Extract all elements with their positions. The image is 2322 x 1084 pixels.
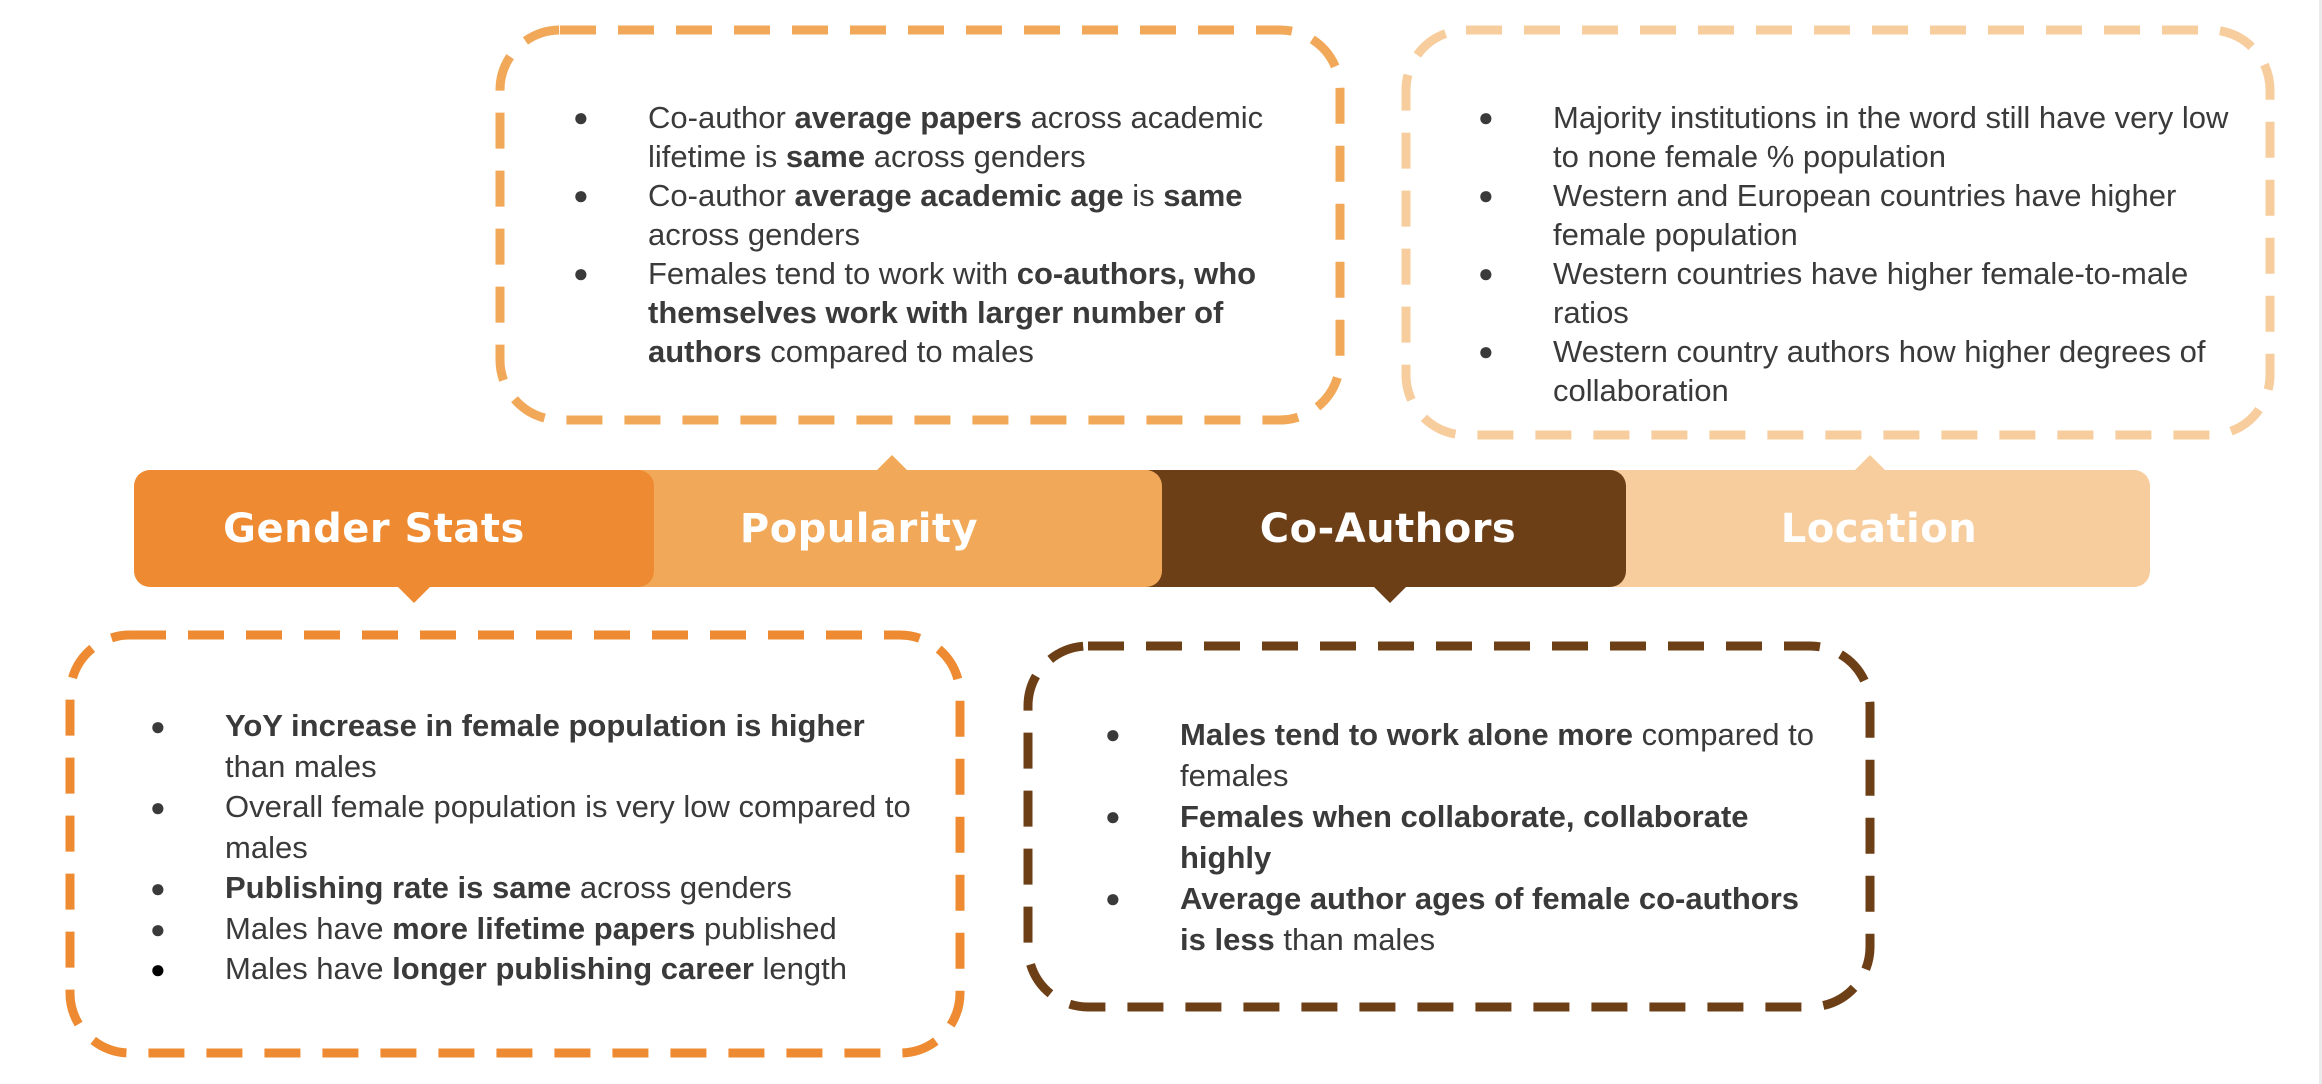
location-findings: ● Majority institutions in the word still… xyxy=(1478,98,2238,410)
popularity-pointer xyxy=(877,455,907,470)
finding-text: Co-author xyxy=(648,178,795,213)
bullet-icon: ● xyxy=(150,873,166,903)
finding-text: Majority institutions in the word still … xyxy=(1553,100,2229,174)
finding-text-bold: more lifetime papers xyxy=(392,910,696,946)
finding-text: Males have xyxy=(225,910,393,946)
bullet-icon: ● xyxy=(1478,102,1494,132)
location-pointer xyxy=(1855,455,1885,470)
finding-item: ● Females tend to work with co-authors, w… xyxy=(573,254,1308,371)
finding-text: than males xyxy=(1274,922,1436,957)
tab-co-authors[interactable]: Co-Authors xyxy=(1110,470,1626,587)
finding-text: across genders xyxy=(865,139,1086,174)
bullet-icon: ● xyxy=(1105,801,1121,831)
finding-item: ● Males have more lifetime papers publish… xyxy=(150,909,930,950)
finding-text: compared to males xyxy=(761,334,1034,369)
finding-text: Males have xyxy=(225,951,393,986)
finding-text-bold: average academic age xyxy=(794,178,1124,213)
tab-popularity-label: Popularity xyxy=(739,505,979,552)
finding-text: length xyxy=(753,951,847,986)
finding-text: is xyxy=(1123,178,1164,213)
findings-diagram: ● Co-author average papers across academi… xyxy=(0,0,2322,1084)
bullet-icon: ● xyxy=(573,102,589,132)
tab-location-label: Location xyxy=(1780,505,1978,552)
bullet-icon: ● xyxy=(150,913,166,944)
tab-location[interactable]: Location xyxy=(1578,470,2150,587)
finding-item: ● YoY increase in female population is hi… xyxy=(150,706,930,787)
gender-stats-findings: ● YoY increase in female population is hi… xyxy=(150,706,930,990)
finding-text: Western country authors how higher degre… xyxy=(1553,334,2206,408)
tab-popularity[interactable]: Popularity xyxy=(616,470,1162,587)
tab-gender-stats[interactable]: Gender Stats xyxy=(134,470,654,587)
bullet-icon: ● xyxy=(150,792,166,822)
finding-text: Western countries have higher female-to-… xyxy=(1553,256,2189,330)
bullet-icon: ● xyxy=(150,954,166,984)
finding-text: across genders xyxy=(571,870,792,905)
finding-item: ● Western and European countries have hig… xyxy=(1478,176,2238,254)
finding-item: ● Majority institutions in the word still… xyxy=(1478,98,2238,176)
finding-text: published xyxy=(695,910,837,946)
finding-text-bold: Publishing rate is same xyxy=(225,870,572,905)
finding-text-bold: YoY increase in female population is hig… xyxy=(225,708,865,743)
finding-text-bold: longer publishing career xyxy=(392,951,754,986)
finding-text-bold: Females when collaborate, collaborate hi… xyxy=(1180,799,1749,875)
finding-item: ● Western country authors how higher degr… xyxy=(1478,332,2238,410)
co-authors-findings: ● Males tend to work alone more compared … xyxy=(1105,714,1825,960)
finding-text: Western and European countries have high… xyxy=(1553,178,2177,252)
bullet-icon: ● xyxy=(573,180,589,210)
finding-text: than males xyxy=(225,748,377,784)
finding-text: across genders xyxy=(648,217,860,252)
finding-text-bold: same xyxy=(785,139,866,174)
finding-item: ● Co-author average papers across academi… xyxy=(573,98,1308,176)
finding-text: Females tend to work with xyxy=(648,256,1017,291)
finding-item: ● Co-author average academic age is same … xyxy=(573,176,1308,254)
bullet-icon: ● xyxy=(150,711,166,741)
finding-text-bold: Average author ages of female co-authors… xyxy=(1180,881,1800,957)
finding-item: ● Males tend to work alone more compared … xyxy=(1105,714,1825,796)
finding-item: ● Publishing rate is same across genders xyxy=(150,868,930,909)
popularity-findings-list: ● Co-author average papers across academi… xyxy=(573,98,1308,371)
finding-text-bold: average papers xyxy=(794,100,1022,135)
co-authors-pointer xyxy=(1374,587,1406,603)
bullet-icon: ● xyxy=(1478,336,1494,366)
finding-item: ● Average author ages of female co-author… xyxy=(1105,878,1825,960)
bullet-icon: ● xyxy=(1105,883,1121,913)
finding-item: ● Males have longer publishing career len… xyxy=(150,949,930,990)
co-authors-findings-list: ● Males tend to work alone more compared … xyxy=(1105,714,1825,960)
finding-text-bold: same xyxy=(1163,178,1243,213)
gender-stats-findings-list: ● YoY increase in female population is hi… xyxy=(150,706,930,990)
popularity-findings: ● Co-author average papers across academi… xyxy=(573,98,1308,371)
tab-co-authors-label: Co-Authors xyxy=(1259,505,1517,552)
finding-text-bold: Males tend to work alone more xyxy=(1180,717,1634,752)
bullet-icon: ● xyxy=(1478,180,1494,210)
bullet-icon: ● xyxy=(1105,719,1121,749)
location-findings-list: ● Majority institutions in the word still… xyxy=(1478,98,2238,410)
finding-item: ● Females when collaborate, collaborate h… xyxy=(1105,796,1825,878)
gender-stats-pointer xyxy=(398,587,430,603)
finding-item: ● Western countries have higher female-to… xyxy=(1478,254,2238,332)
bullet-icon: ● xyxy=(573,258,589,288)
bullet-icon: ● xyxy=(1478,258,1494,288)
finding-text: Overall female population is very low co… xyxy=(225,789,911,865)
finding-item: ● Overall female population is very low c… xyxy=(150,787,930,868)
finding-text: Co-author xyxy=(648,100,795,135)
tab-gender-stats-label: Gender Stats xyxy=(223,505,525,552)
